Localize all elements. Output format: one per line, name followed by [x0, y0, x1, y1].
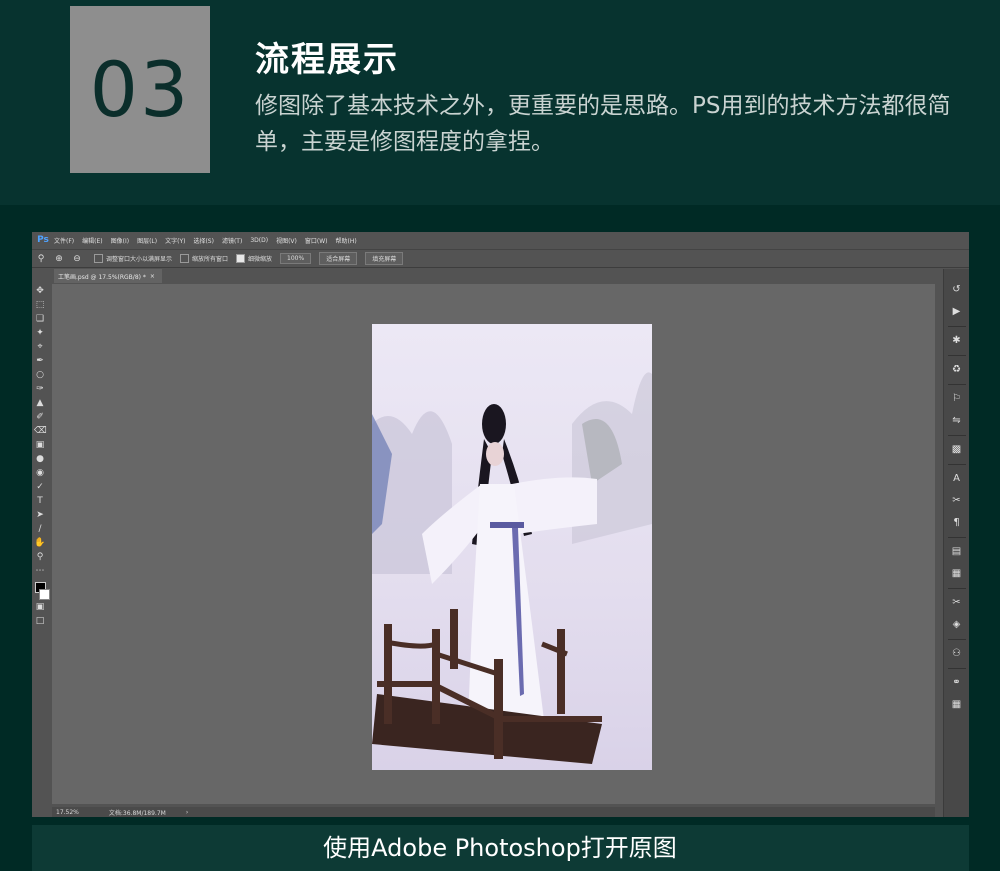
dodge-tool-icon[interactable]: ◉: [34, 466, 46, 480]
scrubby-zoom-checkbox[interactable]: [236, 254, 246, 263]
type-tool-icon[interactable]: T: [34, 494, 46, 508]
menu-edit[interactable]: 编辑(E): [82, 236, 102, 245]
header-band: 03 流程展示 修图除了基本技术之外，更重要的是思路。PS用到的技术方法都很简单…: [0, 0, 1000, 205]
eraser-tool-icon[interactable]: ⌫: [34, 424, 47, 438]
toolbar: ✥ ⬚ ❑ ✦ ⌖ ✒ ○ ✑ ▲ ✐ ⌫ ▣ ● ◉ ✓ T ➤ ∕ ✋ ⚲ …: [32, 284, 50, 804]
actions-panel-icon[interactable]: ▶: [948, 303, 966, 321]
scrubby-zoom-label: 细微缩放: [248, 256, 273, 263]
libraries-icon[interactable]: ⚇: [948, 645, 966, 663]
hand-tool-icon[interactable]: ✋: [34, 536, 46, 550]
close-icon[interactable]: ×: [150, 273, 155, 280]
menu-help[interactable]: 帮助(H): [336, 236, 357, 245]
3d-panel-icon[interactable]: ⚭: [948, 674, 966, 692]
quick-mask-icon[interactable]: ▣: [34, 600, 46, 614]
step-number: 03: [70, 6, 210, 173]
gradient-tool-icon[interactable]: ▣: [34, 438, 46, 452]
tools-preset-icon[interactable]: ✂: [948, 594, 966, 612]
blur-tool-icon[interactable]: ●: [34, 452, 46, 466]
panel-divider: [947, 435, 966, 436]
more-tools-icon[interactable]: ⋯: [34, 564, 46, 578]
menu-file[interactable]: 文件(F): [54, 236, 74, 245]
panel-divider: [947, 464, 966, 465]
panel-dock: ↺ ▶ ✱ ♻ ⚐ ⇋ ▩ A ✂ ¶ ▤ ▦ ✂ ◈ ⚇ ⚭ ▦: [943, 269, 969, 817]
eyedropper-tool-icon[interactable]: ✒: [34, 354, 46, 368]
woman-on-bridge-photo: [372, 324, 652, 770]
swatches-icon[interactable]: ◈: [948, 616, 966, 634]
menu-select[interactable]: 选择(S): [193, 236, 214, 245]
marquee-tool-icon[interactable]: ⬚: [34, 298, 46, 312]
status-bar: 17.52% 文档:36.8M/189.7M ›: [52, 807, 935, 817]
layer-comps-icon[interactable]: ▩: [948, 441, 966, 459]
zoom-tool-icon[interactable]: ⚲: [34, 550, 46, 564]
image-caption: 使用Adobe Photoshop打开原图: [323, 834, 677, 862]
crop-tool-icon[interactable]: ⌖: [34, 340, 46, 354]
zoom-all-checkbox[interactable]: [180, 254, 190, 263]
screen-mode-icon[interactable]: □: [34, 614, 46, 628]
panel-divider: [947, 588, 966, 589]
document-size: 文档:36.8M/189.7M: [108, 809, 166, 817]
canvas-area[interactable]: [52, 284, 935, 804]
adjustments-icon[interactable]: ⚐: [948, 390, 966, 408]
paragraph-panel-icon[interactable]: ¶: [948, 514, 966, 532]
lasso-tool-icon[interactable]: ❑: [34, 312, 46, 326]
history-panel-icon[interactable]: ↺: [948, 281, 966, 299]
healing-tool-icon[interactable]: ○: [34, 368, 46, 382]
panel-divider: [947, 668, 966, 669]
background-color-swatch[interactable]: [38, 589, 50, 600]
options-bar: ⚲ ⊕ ⊖ 调整窗口大小以满屏显示 缩放所有窗口 细微缩放 100% 适合屏幕 …: [32, 249, 969, 268]
menu-3d[interactable]: 3D(D): [250, 237, 268, 244]
menu-window[interactable]: 窗口(W): [305, 236, 328, 245]
panel-divider: [947, 326, 966, 327]
zoom-100-button[interactable]: 100%: [280, 253, 312, 264]
stamp-tool-icon[interactable]: ▲: [34, 396, 46, 410]
document-tab[interactable]: 工笔画.psd @ 17.5%(RGB/8) * ×: [54, 269, 162, 283]
layers-panel-icon[interactable]: ▤: [948, 543, 966, 561]
menu-filter[interactable]: 滤镜(T): [222, 236, 242, 245]
path-select-tool-icon[interactable]: ➤: [34, 508, 46, 522]
menu-bar: Ps 文件(F) 编辑(E) 图像(I) 图层(L) 文字(Y) 选择(S) 滤…: [32, 232, 969, 248]
character-styles-icon[interactable]: ✂: [948, 492, 966, 510]
grid-panel-icon[interactable]: ▦: [948, 696, 966, 714]
panel-divider: [947, 384, 966, 385]
menu-type[interactable]: 文字(Y): [165, 236, 185, 245]
line-tool-icon[interactable]: ∕: [34, 522, 46, 536]
status-arrow-icon[interactable]: ›: [186, 809, 188, 816]
notes-icon[interactable]: ▦: [948, 565, 966, 583]
fill-screen-button[interactable]: 填充屏幕: [365, 252, 404, 265]
zoom-out-icon[interactable]: ⊖: [71, 253, 83, 265]
zoom-level[interactable]: 17.52%: [56, 809, 79, 816]
photoshop-window: Ps 文件(F) 编辑(E) 图像(I) 图层(L) 文字(Y) 选择(S) 滤…: [32, 232, 969, 817]
pen-tool-icon[interactable]: ✓: [34, 480, 46, 494]
menu-image[interactable]: 图像(I): [111, 236, 129, 245]
brush-settings-icon[interactable]: ✱: [948, 332, 966, 350]
zoom-in-icon[interactable]: ⊕: [53, 253, 65, 265]
panel-divider: [947, 537, 966, 538]
history-brush-icon[interactable]: ✐: [34, 410, 46, 424]
brush-tool-icon[interactable]: ✑: [34, 382, 46, 396]
fit-screen-button[interactable]: 适合屏幕: [319, 252, 358, 265]
zoom-all-label: 缩放所有窗口: [192, 256, 229, 263]
resize-windows-label: 调整窗口大小以满屏显示: [106, 256, 173, 263]
properties-icon[interactable]: ⇋: [948, 412, 966, 430]
page-subtitle: 修图除了基本技术之外，更重要的是思路。PS用到的技术方法都很简单，主要是修图程度…: [255, 93, 951, 155]
panel-divider: [947, 355, 966, 356]
move-tool-icon[interactable]: ✥: [34, 284, 46, 298]
resize-windows-checkbox[interactable]: [94, 254, 103, 263]
quick-select-tool-icon[interactable]: ✦: [34, 326, 46, 340]
zoom-tool-icon[interactable]: ⚲: [35, 253, 47, 265]
document-image: [372, 324, 652, 770]
clone-source-icon[interactable]: ♻: [948, 361, 966, 379]
photoshop-logo: Ps: [37, 235, 49, 245]
menu-view[interactable]: 视图(V): [276, 236, 297, 245]
character-panel-icon[interactable]: A: [948, 470, 966, 488]
panel-divider: [947, 639, 966, 640]
page-title: 流程展示: [255, 40, 399, 80]
document-tab-label: 工笔画.psd @ 17.5%(RGB/8) *: [58, 273, 146, 281]
menu-layer[interactable]: 图层(L): [137, 236, 157, 245]
